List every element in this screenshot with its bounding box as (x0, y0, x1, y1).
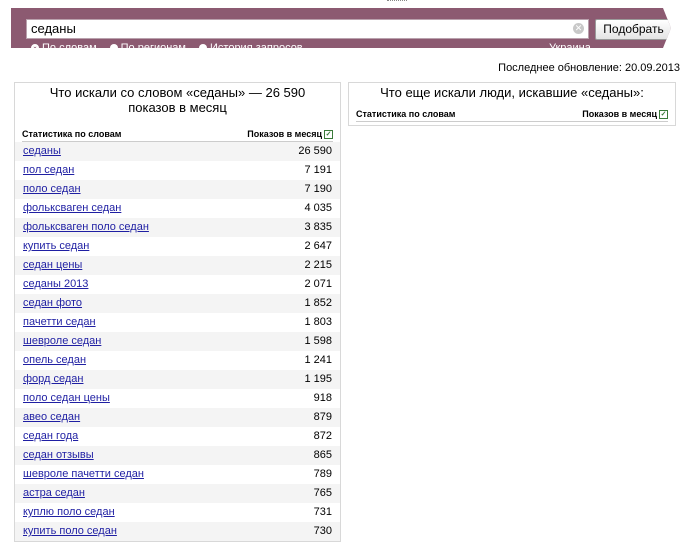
impressions-count: 730 (313, 525, 332, 538)
submit-button[interactable]: Подобрать (595, 19, 671, 40)
impressions-count: 789 (313, 468, 332, 481)
search-mode-group: По словам По регионам История запросов (31, 41, 316, 54)
impressions-count: 879 (313, 411, 332, 424)
col-keyword: Статистика по словам (22, 129, 122, 139)
keyword-link[interactable]: авео седан (23, 408, 80, 427)
col-count: Показов в месяц (247, 129, 322, 139)
radio-icon (109, 44, 118, 48)
impressions-count: 3 835 (304, 221, 332, 234)
keyword-link[interactable]: шевроле седан (23, 332, 101, 351)
table-row: шевроле седан 1 598 (15, 332, 340, 352)
search-input-value: седаны (31, 21, 76, 36)
search-input[interactable]: седаны ✕ (26, 19, 589, 39)
table-row: седаны 26 590 (15, 142, 340, 162)
table-row: поло седан цены 918 (15, 389, 340, 408)
checkbox-icon[interactable]: ✓ (659, 110, 668, 120)
table-row: куплю поло седан 731 (15, 503, 340, 522)
impressions-count: 1 241 (304, 354, 332, 367)
keywords-panel-title: Что искали со словом «седаны» — 26 590 п… (49, 85, 306, 115)
impressions-count: 765 (313, 487, 332, 500)
last-updated: Последнее обновление: 20.09.2013 (498, 62, 680, 74)
impressions-count: 865 (313, 449, 332, 462)
mode-by-words[interactable]: По словам (31, 41, 97, 54)
keyword-link[interactable]: седан фото (23, 294, 82, 313)
table-row: поло седан 7 190 (15, 180, 340, 200)
keyword-link[interactable]: астра седан (23, 484, 85, 503)
table-row: форд седан 1 195 (15, 370, 340, 390)
table-row: седан фото 1 852 (15, 294, 340, 314)
table-row: седан цены 2 215 (15, 256, 340, 276)
keyword-link[interactable]: шевроле пачетти седан (23, 465, 144, 484)
table-row: купить седан 2 647 (15, 237, 340, 256)
col-keyword: Статистика по словам (356, 109, 456, 119)
related-table-header: Статистика по словам Показов в месяц ✓ (356, 108, 668, 123)
keywords-table: седаны 26 590 пол седан 7 191 поло седан 7 19… (15, 142, 340, 542)
impressions-count: 2 215 (304, 259, 332, 272)
keyword-link[interactable]: пачетти седан (23, 313, 96, 332)
keyword-link[interactable]: купить седан (23, 237, 89, 256)
mode-by-regions[interactable]: По регионам (109, 41, 186, 54)
table-row: астра седан 765 (15, 484, 340, 504)
keywords-panel: Что искали со словом «седаны» — 26 590 п… (14, 82, 341, 542)
top-divider (387, 0, 407, 4)
impressions-count: 1 803 (304, 316, 332, 329)
impressions-count: 1 195 (304, 373, 332, 386)
impressions-count: 2 647 (304, 240, 332, 253)
impressions-count: 1 598 (304, 335, 332, 348)
mode-label: По регионам (120, 42, 186, 54)
keyword-link[interactable]: фольксваген седан (23, 199, 121, 218)
impressions-count: 918 (313, 392, 332, 405)
keyword-link[interactable]: куплю поло седан (23, 503, 115, 522)
impressions-count: 4 035 (304, 202, 332, 215)
mode-label: По словам (42, 42, 97, 54)
table-row: опель седан 1 241 (15, 351, 340, 370)
impressions-count: 7 191 (304, 164, 332, 177)
radio-selected-icon (31, 44, 39, 48)
search-bar: седаны ✕ Подобрать По словам По регионам… (11, 8, 671, 48)
keyword-link[interactable]: седан цены (23, 256, 82, 275)
impressions-count: 26 590 (298, 145, 332, 158)
related-panel: Что еще искали люди, искавшие «седаны»: … (348, 82, 676, 126)
col-count: Показов в месяц (582, 109, 657, 119)
keyword-link[interactable]: фольксваген поло седан (23, 218, 149, 237)
table-row: пачетти седан 1 803 (15, 313, 340, 332)
region-link[interactable]: Украина (549, 42, 591, 48)
mode-history[interactable]: История запросов (199, 41, 303, 54)
clear-icon[interactable]: ✕ (573, 23, 584, 34)
keyword-link[interactable]: пол седан (23, 161, 74, 180)
mode-label: История запросов (210, 42, 303, 54)
keyword-link[interactable]: форд седан (23, 370, 84, 389)
table-row: авео седан 879 (15, 408, 340, 428)
impressions-count: 7 190 (304, 183, 332, 196)
radio-icon (199, 44, 207, 48)
table-row: шевроле пачетти седан 789 (15, 465, 340, 484)
table-row: фольксваген поло седан 3 835 (15, 218, 340, 238)
table-row: седан года 872 (15, 427, 340, 446)
table-row: купить поло седан 730 (15, 522, 340, 542)
impressions-count: 2 071 (304, 278, 332, 291)
related-panel-title: Что еще искали люди, искавшие «седаны»: (380, 85, 644, 100)
keyword-link[interactable]: поло седан (23, 180, 81, 199)
keyword-link[interactable]: седан отзывы (23, 446, 94, 465)
keyword-link[interactable]: купить поло седан (23, 522, 117, 541)
keywords-table-header: Статистика по словам Показов в месяц ✓ (22, 128, 333, 143)
impressions-count: 1 852 (304, 297, 332, 310)
table-row: седаны 2013 2 071 (15, 275, 340, 294)
keyword-link[interactable]: поло седан цены (23, 389, 110, 408)
keyword-link[interactable]: седан года (23, 427, 78, 446)
table-row: пол седан 7 191 (15, 161, 340, 180)
keyword-link[interactable]: седаны (23, 142, 61, 161)
checkbox-icon[interactable]: ✓ (324, 130, 333, 140)
keyword-link[interactable]: опель седан (23, 351, 86, 370)
table-row: седан отзывы 865 (15, 446, 340, 466)
table-row: фольксваген седан 4 035 (15, 199, 340, 218)
keyword-link[interactable]: седаны 2013 (23, 275, 88, 294)
impressions-count: 872 (313, 430, 332, 443)
impressions-count: 731 (313, 506, 332, 519)
